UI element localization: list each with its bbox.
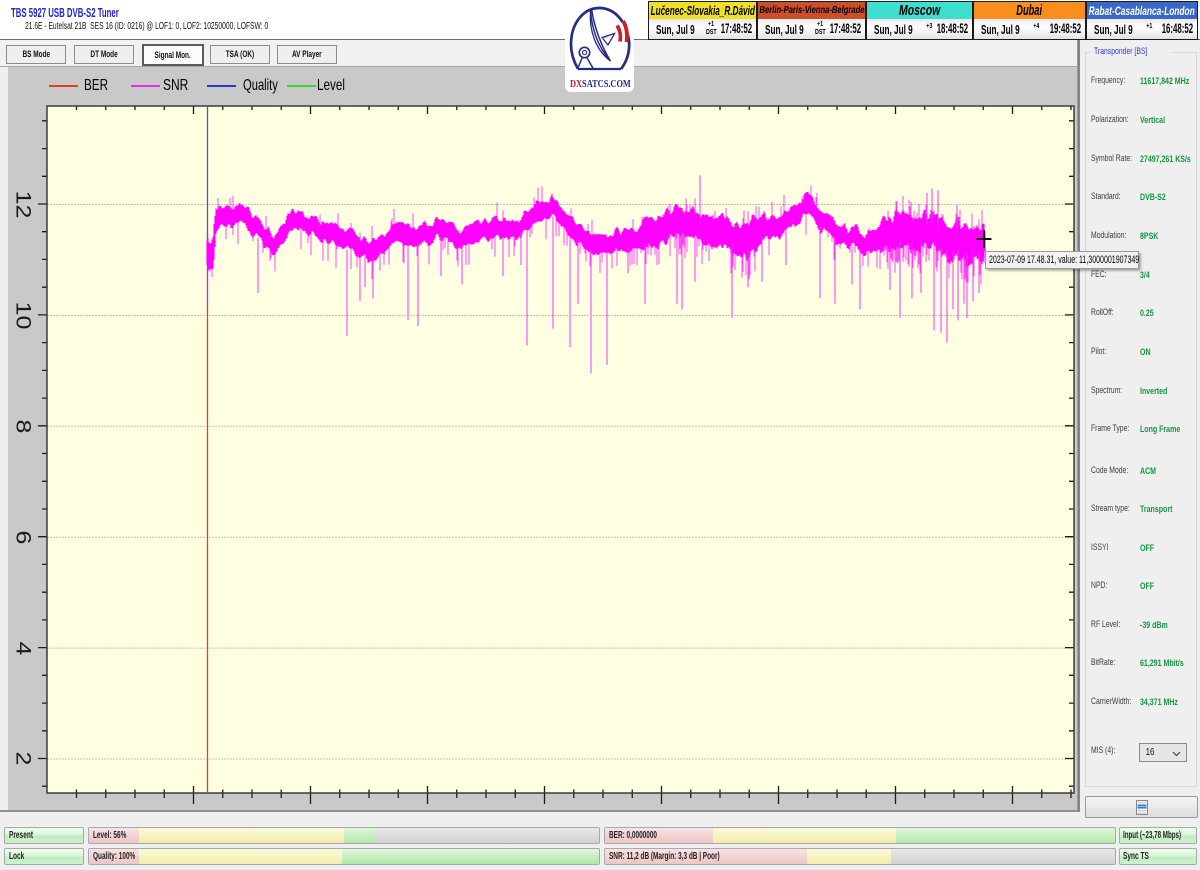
svg-text:DXSATCS.COM: DXSATCS.COM: [570, 78, 631, 90]
